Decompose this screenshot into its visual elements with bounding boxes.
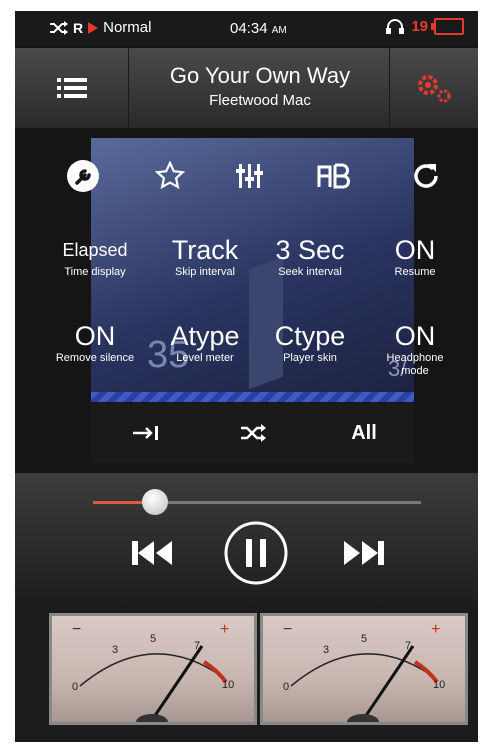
setting-seek-interval[interactable]: 3 Sec Seek interval bbox=[255, 234, 365, 279]
battery-icon bbox=[431, 18, 464, 35]
svg-text:0: 0 bbox=[72, 681, 78, 693]
tab-equalizer[interactable] bbox=[219, 146, 279, 206]
settings-panel: 35 3/ Elapsed Time display Track Skip in… bbox=[15, 128, 478, 473]
svg-text:5: 5 bbox=[361, 633, 367, 645]
meter-needle bbox=[361, 645, 415, 721]
tab-refresh[interactable] bbox=[396, 146, 456, 206]
list-icon bbox=[56, 78, 87, 98]
playback-mode-bar: All bbox=[91, 403, 414, 463]
play-state-icon bbox=[88, 21, 99, 34]
status-bar: R Normal 04:34 AM 19 bbox=[15, 11, 478, 45]
seek-knob[interactable] bbox=[142, 489, 169, 515]
play-to-end-button[interactable] bbox=[121, 403, 171, 463]
clock: 04:34 AM bbox=[230, 20, 287, 37]
level-meters: − + 0 3 5 7 10 − + 0 3 5 7 10 bbox=[15, 603, 478, 742]
svg-text:−: − bbox=[283, 621, 292, 638]
svg-text:+: + bbox=[431, 621, 440, 638]
pause-icon bbox=[224, 521, 288, 585]
volume-level: 19 bbox=[411, 18, 428, 35]
headphone-db-icon bbox=[386, 18, 405, 34]
arrow-to-end-icon bbox=[133, 426, 158, 440]
svg-text:10: 10 bbox=[433, 679, 445, 691]
art-stripe bbox=[91, 392, 414, 402]
svg-text:+: + bbox=[220, 621, 229, 638]
equalizer-icon bbox=[236, 164, 263, 188]
setting-level-meter[interactable]: Atype Level meter bbox=[150, 320, 260, 365]
svg-text:5: 5 bbox=[150, 633, 156, 645]
play-pause-button[interactable] bbox=[221, 518, 291, 588]
tab-ab-repeat[interactable] bbox=[303, 146, 363, 206]
track-title: Go Your Own Way bbox=[169, 63, 351, 88]
repeat-all-icon: R bbox=[73, 19, 84, 36]
meter-needle bbox=[150, 645, 204, 721]
settings-button[interactable] bbox=[389, 48, 478, 128]
star-icon bbox=[155, 161, 185, 190]
next-icon bbox=[344, 541, 384, 565]
player-controls bbox=[15, 473, 478, 603]
setting-resume[interactable]: ON Resume bbox=[360, 234, 470, 279]
track-artist: Fleetwood Mac bbox=[209, 92, 311, 109]
setting-remove-silence[interactable]: ON Remove silence bbox=[40, 320, 150, 365]
shuffle-icon bbox=[241, 424, 266, 442]
tab-favorites[interactable] bbox=[140, 146, 200, 206]
now-playing-header: Go Your Own Way Fleetwood Mac bbox=[15, 48, 478, 128]
setting-time-display[interactable]: Elapsed Time display bbox=[40, 234, 150, 279]
svg-text:10: 10 bbox=[222, 679, 234, 691]
vu-meter-right: − + 0 3 5 7 10 bbox=[260, 613, 468, 725]
eq-mode: Normal bbox=[103, 19, 152, 36]
shuffle-button[interactable] bbox=[229, 403, 279, 463]
player-screen: R Normal 04:34 AM 19 Go Your Own Way Fle… bbox=[15, 11, 478, 742]
shuffle-icon bbox=[50, 20, 68, 35]
seek-bar[interactable] bbox=[93, 489, 421, 515]
setting-player-skin[interactable]: Ctype Player skin bbox=[255, 320, 365, 365]
setting-headphone-mode[interactable]: ON Headphone mode bbox=[360, 320, 470, 378]
previous-button[interactable] bbox=[123, 528, 183, 578]
vu-meter-left: − + 0 3 5 7 10 bbox=[49, 613, 257, 725]
gears-icon bbox=[418, 75, 451, 103]
svg-text:3: 3 bbox=[323, 644, 329, 656]
svg-text:0: 0 bbox=[283, 681, 289, 693]
setting-skip-interval[interactable]: Track Skip interval bbox=[150, 234, 260, 279]
previous-icon bbox=[132, 541, 172, 565]
playlist-menu-button[interactable] bbox=[15, 48, 129, 128]
tab-general[interactable] bbox=[53, 146, 113, 206]
wrench-icon bbox=[67, 160, 99, 192]
ab-repeat-icon bbox=[317, 163, 350, 189]
svg-text:−: − bbox=[72, 621, 81, 638]
repeat-mode-button[interactable]: All bbox=[339, 403, 389, 463]
settings-tabs bbox=[15, 146, 478, 206]
next-button[interactable] bbox=[333, 528, 393, 578]
refresh-icon bbox=[414, 164, 438, 188]
svg-text:3: 3 bbox=[112, 644, 118, 656]
